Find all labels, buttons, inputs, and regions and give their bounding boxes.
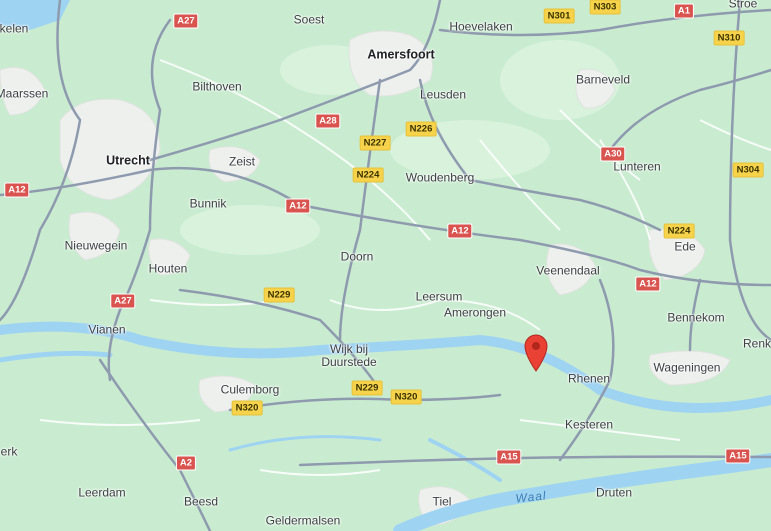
place-label-wageningen[interactable]: Wageningen [654, 361, 721, 375]
map-base-layer [0, 0, 771, 531]
place-label-doorn[interactable]: Doorn [341, 250, 374, 264]
road-shield-n224-right: N224 [663, 223, 695, 239]
place-label-woudenberg[interactable]: Woudenberg [406, 171, 475, 185]
place-label-kesteren[interactable]: Kesteren [565, 418, 613, 432]
place-label-stroe[interactable]: Stroe [729, 0, 758, 11]
place-label-bennekom[interactable]: Bennekom [667, 311, 724, 325]
road-shield-n229-bottom: N229 [351, 380, 383, 396]
road-shield-n310: N310 [713, 30, 745, 46]
place-label-hoevelaken[interactable]: Hoevelaken [449, 20, 512, 34]
road-shield-a2: A2 [175, 455, 197, 471]
place-label-vianen[interactable]: Vianen [88, 323, 125, 337]
road-shield-n227: N227 [359, 135, 391, 151]
place-label-lunteren[interactable]: Lunteren [613, 160, 660, 174]
road-shield-a28: A28 [315, 113, 341, 129]
place-label-leerdam[interactable]: Leerdam [78, 486, 125, 500]
road-shield-n301: N301 [543, 8, 575, 24]
place-label-amersfoort[interactable]: Amersfoort [367, 48, 434, 62]
place-label-kelen[interactable]: kelen [0, 22, 28, 36]
road-shield-a12-center: A12 [447, 223, 473, 239]
road-shield-a27-top: A27 [173, 13, 199, 29]
place-label-leusden[interactable]: Leusden [420, 88, 466, 102]
road-shield-a15-center: A15 [496, 449, 522, 465]
place-label-veenendaal[interactable]: Veenendaal [536, 264, 599, 278]
road-shield-n226: N226 [405, 121, 437, 137]
place-label-maarssen[interactable]: Maarssen [0, 87, 48, 101]
place-label-druten[interactable]: Druten [596, 486, 632, 500]
place-label-bilthoven[interactable]: Bilthoven [192, 80, 241, 94]
road-shield-n224-mid: N224 [352, 167, 384, 183]
road-shield-n229-top: N229 [263, 287, 295, 303]
place-label-soest[interactable]: Soest [294, 13, 325, 27]
place-label-houten[interactable]: Houten [149, 262, 188, 276]
road-shield-a1: A1 [673, 3, 695, 19]
place-label-tiel[interactable]: Tiel [433, 495, 452, 509]
place-label-nieuwegein[interactable]: Nieuwegein [65, 239, 128, 253]
place-label-wijk-bij-duurstede[interactable]: Wijk bij Duurstede [321, 343, 376, 369]
place-label-rhenen[interactable]: Rhenen [568, 372, 610, 386]
place-label-ede[interactable]: Ede [674, 240, 695, 254]
place-label-amerongen[interactable]: Amerongen [444, 306, 506, 320]
road-shield-a30: A30 [600, 146, 626, 162]
place-label-geldermalsen[interactable]: Geldermalsen [266, 514, 341, 528]
place-label-utrecht[interactable]: Utrecht [106, 154, 150, 168]
road-shield-a12-mid: A12 [285, 198, 311, 214]
road-shield-n303: N303 [589, 0, 621, 15]
road-shield-n320-left: N320 [231, 400, 263, 416]
place-label-erk[interactable]: erk [1, 445, 18, 459]
road-shield-a12-left: A12 [4, 182, 30, 198]
place-label-zeist[interactable]: Zeist [229, 155, 255, 169]
location-pin-icon[interactable] [523, 332, 549, 372]
road-shield-n304: N304 [732, 162, 764, 178]
place-label-culemborg[interactable]: Culemborg [221, 383, 280, 397]
road-shield-a27-bottom: A27 [110, 293, 136, 309]
road-shield-a15-right: A15 [725, 448, 751, 464]
map-canvas[interactable]: Utrecht Amersfoort Soest Hoevelaken Stro… [0, 0, 771, 531]
road-shield-n320-right: N320 [390, 389, 422, 405]
urban-amersfoort [348, 30, 433, 97]
place-label-bunnik[interactable]: Bunnik [190, 197, 227, 211]
road-shield-a12-right: A12 [635, 276, 661, 292]
place-label-renk[interactable]: Renk [743, 337, 771, 351]
place-label-barneveld[interactable]: Barneveld [576, 73, 630, 87]
place-label-leersum[interactable]: Leersum [416, 290, 463, 304]
place-label-beesd[interactable]: Beesd [184, 495, 218, 509]
